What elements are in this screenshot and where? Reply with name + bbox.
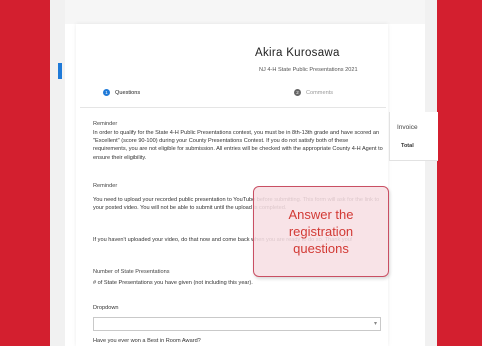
tutorial-callout: Answer the registration questions bbox=[253, 186, 389, 277]
chevron-down-icon: ▾ bbox=[373, 321, 377, 327]
step-questions[interactable]: 1 Questions bbox=[103, 89, 140, 96]
invoice-title: Invoice bbox=[397, 124, 418, 131]
callout-text: Answer the registration questions bbox=[288, 207, 354, 256]
eligibility-text: In order to qualify for the State 4-H Pu… bbox=[93, 130, 383, 161]
invoice-panel bbox=[389, 112, 438, 161]
invoice-total-label: Total bbox=[401, 143, 414, 149]
left-red-band bbox=[0, 0, 50, 346]
step-number-badge: 2 bbox=[294, 89, 301, 96]
left-gutter bbox=[50, 0, 65, 346]
steps-divider bbox=[80, 107, 386, 108]
step-number-badge: 1 bbox=[103, 89, 110, 96]
event-subtitle: NJ 4-H State Public Presentations 2021 bbox=[259, 67, 358, 73]
dropdown-label: Dropdown bbox=[93, 305, 119, 311]
presentations-dropdown[interactable]: ▾ bbox=[93, 317, 381, 331]
best-in-room-question: Have you ever won a Best in Room Award? bbox=[93, 338, 201, 344]
reminder-heading: Reminder bbox=[93, 121, 118, 127]
page-top-bar bbox=[65, 0, 425, 24]
step-label: Questions bbox=[115, 89, 141, 96]
side-tab-indicator[interactable] bbox=[58, 63, 62, 79]
step-comments[interactable]: 2 Comments bbox=[294, 89, 333, 96]
participant-name: Akira Kurosawa bbox=[255, 47, 340, 59]
right-gutter bbox=[425, 0, 437, 346]
state-presentations-text: # of State Presentations you have given … bbox=[93, 280, 253, 286]
right-red-band bbox=[437, 0, 482, 346]
step-label: Comments bbox=[306, 89, 334, 96]
